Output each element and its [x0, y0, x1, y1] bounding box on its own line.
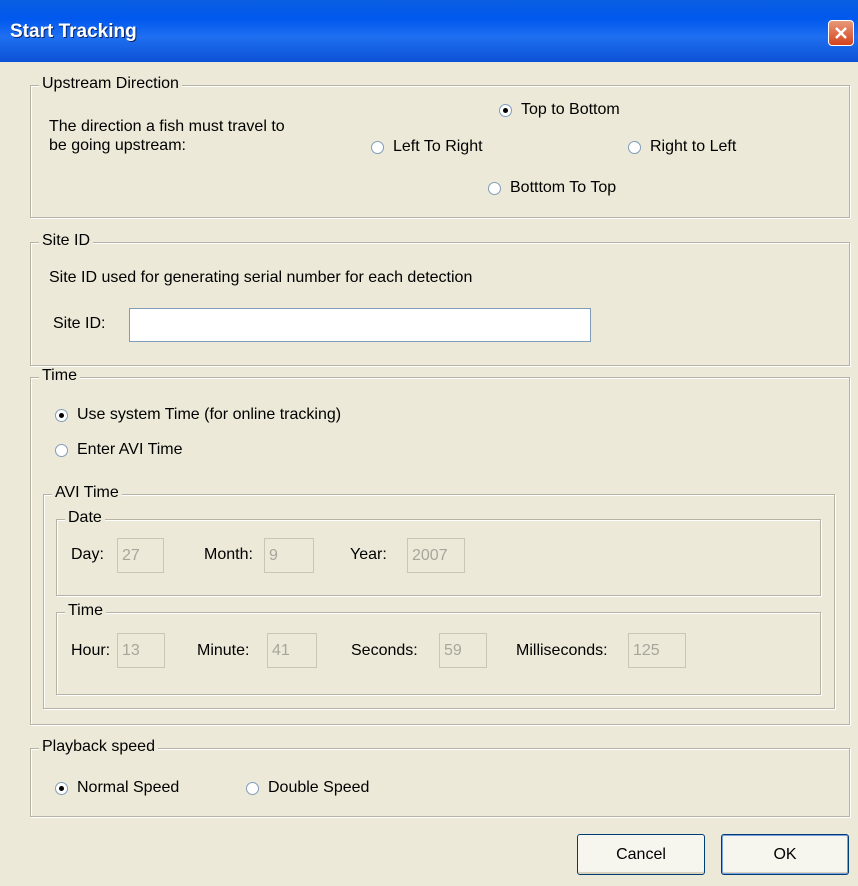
year-label: Year:: [350, 546, 387, 563]
time-group: Time Use system Time (for online trackin…: [30, 367, 850, 725]
radio-use-system-time-label: Use system Time (for online tracking): [77, 406, 342, 423]
cancel-button[interactable]: Cancel: [577, 834, 705, 875]
hour-label: Hour:: [71, 642, 111, 659]
radio-right-to-left-circle[interactable]: [628, 140, 641, 154]
start-tracking-dialog: Start Tracking Upstream Direction The di…: [0, 0, 858, 886]
title-bar[interactable]: Start Tracking: [0, 0, 858, 62]
month-label: Month:: [204, 546, 253, 563]
radio-top-to-bottom[interactable]: Top to Bottom: [499, 101, 620, 119]
site-id-label: Site ID:: [53, 315, 106, 332]
site-id-legend: Site ID: [39, 232, 94, 250]
radio-use-system-time[interactable]: Use system Time (for online tracking): [55, 406, 341, 424]
clock-time-group: Time Hour: Minute: Seconds: Milliseconds…: [56, 602, 821, 695]
radio-right-to-left[interactable]: Right to Left: [628, 138, 736, 156]
radio-right-to-left-label: Right to Left: [650, 138, 737, 155]
radio-enter-avi-time[interactable]: Enter AVI Time: [55, 441, 183, 459]
radio-top-to-bottom-label: Top to Bottom: [521, 101, 620, 118]
playback-speed-group: Playback speed Normal Speed Double Speed: [30, 738, 850, 817]
radio-double-speed-label: Double Speed: [268, 779, 370, 796]
year-input[interactable]: [407, 538, 465, 573]
minute-input[interactable]: [267, 633, 317, 668]
avi-time-group: AVI Time Date Day: Month: Year: Time Hou…: [43, 484, 835, 709]
radio-double-speed[interactable]: Double Speed: [246, 779, 369, 797]
milliseconds-input[interactable]: [628, 633, 686, 668]
clock-time-legend: Time: [65, 602, 106, 620]
upstream-description-line2: be going upstream:: [49, 137, 186, 154]
upstream-direction-group: Upstream Direction The direction a fish …: [30, 75, 850, 218]
month-input[interactable]: [264, 538, 314, 573]
day-label: Day:: [71, 546, 104, 563]
site-id-group: Site ID Site ID used for generating seri…: [30, 232, 850, 366]
playback-speed-legend: Playback speed: [39, 738, 158, 756]
site-id-input[interactable]: [129, 308, 591, 342]
site-id-description: Site ID used for generating serial numbe…: [49, 269, 473, 286]
radio-enter-avi-time-label: Enter AVI Time: [77, 441, 183, 458]
avi-time-legend: AVI Time: [52, 484, 122, 502]
minute-label: Minute:: [197, 642, 250, 659]
radio-left-to-right-label: Left To Right: [393, 138, 483, 155]
date-group: Date Day: Month: Year:: [56, 509, 821, 596]
radio-bottom-to-top-circle[interactable]: [488, 181, 501, 195]
seconds-label: Seconds:: [351, 642, 418, 659]
ok-button[interactable]: OK: [721, 834, 849, 875]
day-input[interactable]: [117, 538, 164, 573]
radio-double-speed-circle[interactable]: [246, 781, 259, 795]
hour-input[interactable]: [117, 633, 165, 668]
radio-use-system-time-circle[interactable]: [55, 408, 68, 422]
close-icon: [835, 27, 847, 39]
radio-bottom-to-top[interactable]: Botttom To Top: [488, 179, 616, 197]
dialog-body: Upstream Direction The direction a fish …: [4, 62, 854, 882]
radio-enter-avi-time-circle[interactable]: [55, 443, 68, 457]
radio-normal-speed[interactable]: Normal Speed: [55, 779, 179, 797]
radio-left-to-right-circle[interactable]: [371, 140, 384, 154]
seconds-input[interactable]: [439, 633, 487, 668]
radio-left-to-right[interactable]: Left To Right: [371, 138, 483, 156]
radio-normal-speed-circle[interactable]: [55, 781, 68, 795]
time-legend: Time: [39, 367, 80, 385]
radio-normal-speed-label: Normal Speed: [77, 779, 180, 796]
upstream-description-line1: The direction a fish must travel to: [49, 118, 285, 135]
radio-top-to-bottom-circle[interactable]: [499, 103, 512, 117]
window-title: Start Tracking: [10, 21, 137, 42]
upstream-direction-legend: Upstream Direction: [39, 75, 182, 93]
close-button[interactable]: [828, 20, 854, 46]
milliseconds-label: Milliseconds:: [516, 642, 608, 659]
radio-bottom-to-top-label: Botttom To Top: [510, 179, 617, 196]
date-legend: Date: [65, 509, 105, 527]
